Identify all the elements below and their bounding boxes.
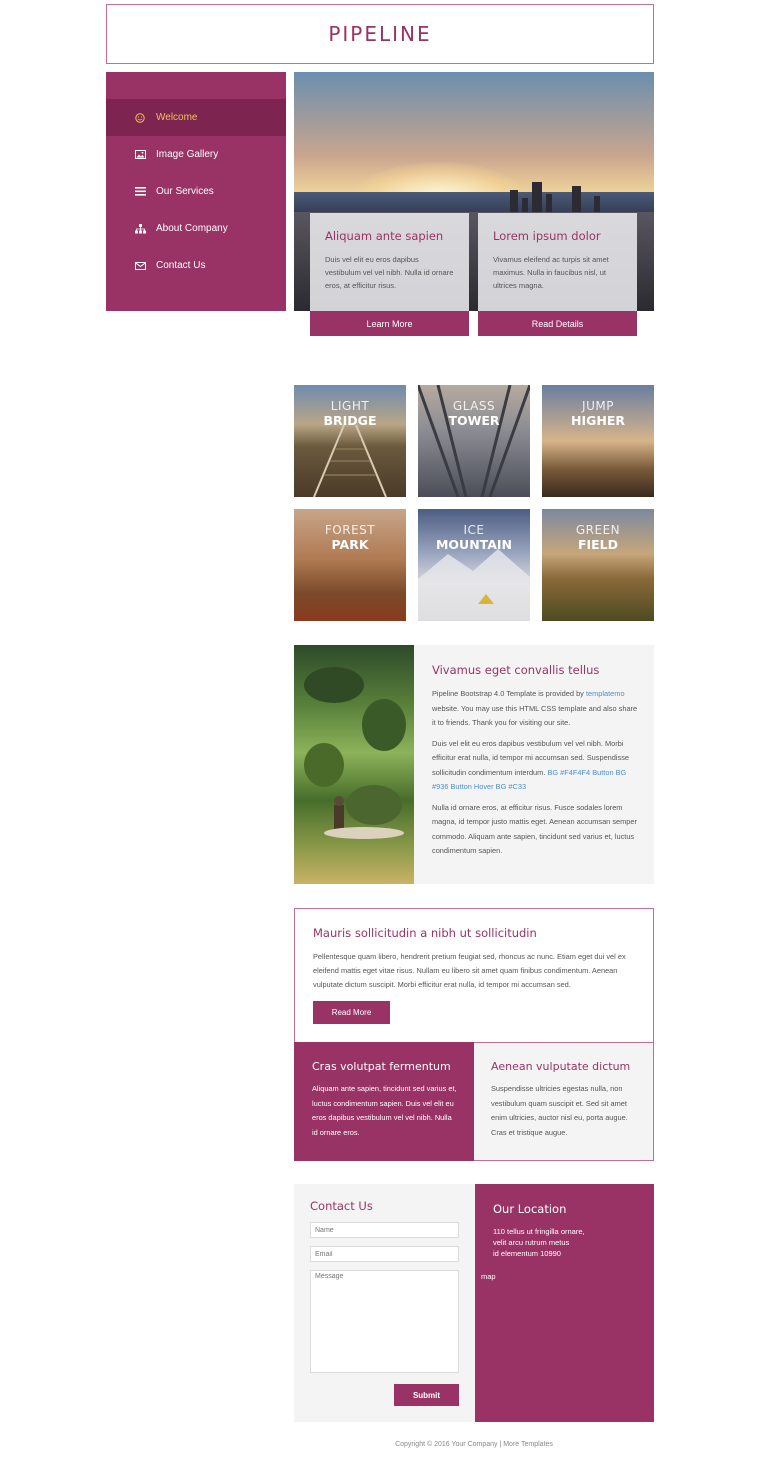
cras-text: Aliquam ante sapien, tincidunt sed variu… [312,1084,457,1137]
address: 110 tellus ut fringilla ornare, velit ar… [493,1226,654,1259]
info-text: Vivamus eget convallis tellus Pipeline B… [432,663,638,865]
gallery-tile-green-field[interactable]: GREEN FIELD [542,509,654,621]
card-text: Vivamus eleifend ac turpis sit amet maxi… [493,255,609,290]
tile-label-top: GREEN [575,523,621,537]
shepherd-field-image [294,645,414,884]
image-icon [130,149,150,161]
nav-item-welcome[interactable]: Welcome [106,99,286,136]
site-title[interactable]: PIPELINE [328,22,431,46]
location-title: Our Location [493,1202,567,1216]
gallery-tile-jump-higher[interactable]: JUMP HIGHER [542,385,654,497]
templatemo-link[interactable]: templatemo [586,689,625,698]
mauris-title: Mauris sollicitudin a nibh ut sollicitud… [313,926,537,940]
smile-icon [130,112,150,124]
nav-label: Image Gallery [156,149,219,160]
skyline-tower [510,190,518,212]
list-icon [130,186,150,198]
info-text-segment: Pipeline Bootstrap 4.0 Template is provi… [432,689,586,698]
address-line: id elementum 10990 [493,1249,561,1258]
contact-form: Contact Us Submit [294,1184,475,1422]
info-paragraph: Pipeline Bootstrap 4.0 Template is provi… [432,687,638,731]
cras-title: Cras volutpat fermentum [312,1060,451,1073]
info-text-segment: website. You may use this HTML CSS templ… [432,703,638,728]
envelope-icon [130,260,150,272]
nav-item-about-company[interactable]: About Company [106,210,286,247]
gallery-tile-glass-tower[interactable]: GLASS TOWER [418,385,530,497]
tile-label-bottom: TOWER [448,413,500,428]
gallery-tile-ice-mountain[interactable]: ICE MOUNTAIN [418,509,530,621]
read-more-button[interactable]: Read More [313,1001,390,1024]
nav-label: Welcome [156,112,198,123]
tile-label-top: ICE [463,523,485,537]
tile-label-top: LIGHT [330,399,370,413]
hero-card: Lorem ipsum dolor Vivamus eleifend ac tu… [478,213,637,311]
name-field[interactable] [310,1222,459,1238]
tile-label-top: JUMP [582,399,614,413]
nav-label: About Company [156,223,228,234]
nav-label: Contact Us [156,260,206,271]
message-field[interactable] [310,1270,459,1373]
mauris-section: Mauris sollicitudin a nibh ut sollicitud… [294,908,654,1042]
sidebar-nav: Welcome Image Gallery Our Services About… [106,72,286,311]
tile-label-top: FOREST [324,523,376,537]
nav-label: Our Services [156,186,214,197]
nav-item-our-services[interactable]: Our Services [106,173,286,210]
hero-card: Aliquam ante sapien Duis vel elit eu ero… [310,213,469,311]
location-panel: Our Location 110 tellus ut fringilla orn… [475,1184,654,1422]
tile-label-bottom: BRIDGE [323,413,377,428]
nav-item-contact-us[interactable]: Contact Us [106,247,286,284]
skyline-tower [572,186,581,212]
nav-item-image-gallery[interactable]: Image Gallery [106,136,286,173]
tile-label-bottom: MOUNTAIN [435,537,513,552]
info-title: Vivamus eget convallis tellus [432,663,600,677]
aenean-text: Suspendisse ultricies egestas nulla, non… [491,1084,628,1137]
gallery-tile-light-bridge[interactable]: LIGHT BRIDGE [294,385,406,497]
info-paragraph: Nulla id ornare eros, at efficitur risus… [432,802,637,856]
card-title: Aliquam ante sapien [325,229,444,243]
info-paragraph: Duis vel elit eu eros dapibus vestibulum… [432,737,638,795]
footer: Copyright © 2016 Your Company | More Tem… [395,1441,553,1448]
card-text: Duis vel elit eu eros dapibus vestibulum… [325,255,454,290]
gallery-tile-forest-park[interactable]: FOREST PARK [294,509,406,621]
submit-button[interactable]: Submit [394,1384,459,1406]
sitemap-icon [130,223,150,235]
card-title: Lorem ipsum dolor [493,229,601,243]
tile-label-bottom: FIELD [577,537,619,552]
tile-label-bottom: HIGHER [571,413,625,428]
skyline-tower [522,198,528,212]
mauris-text: Pellentesque quam libero, hendrerit pret… [313,952,626,989]
skyline-tower [594,196,600,212]
map-placeholder: map [481,1272,496,1281]
tile-label-bottom: PARK [331,537,369,552]
address-line: velit arcu rutrum metus [493,1238,570,1247]
info-section: Vivamus eget convallis tellus Pipeline B… [294,645,654,884]
contact-title: Contact Us [310,1199,373,1213]
address-line: 110 tellus ut fringilla ornare, [493,1227,585,1236]
learn-more-button[interactable]: Learn More [310,311,469,336]
site-header: PIPELINE [106,4,654,64]
tile-label-top: GLASS [452,399,496,413]
cras-panel: Cras volutpat fermentum Aliquam ante sap… [294,1042,474,1161]
aenean-title: Aenean vulputate dictum [491,1060,631,1073]
read-details-button[interactable]: Read Details [478,311,637,336]
skyline-tower [546,194,552,212]
email-field[interactable] [310,1246,459,1262]
skyline-tower [532,182,542,212]
aenean-panel: Aenean vulputate dictum Suspendisse ultr… [474,1042,654,1161]
